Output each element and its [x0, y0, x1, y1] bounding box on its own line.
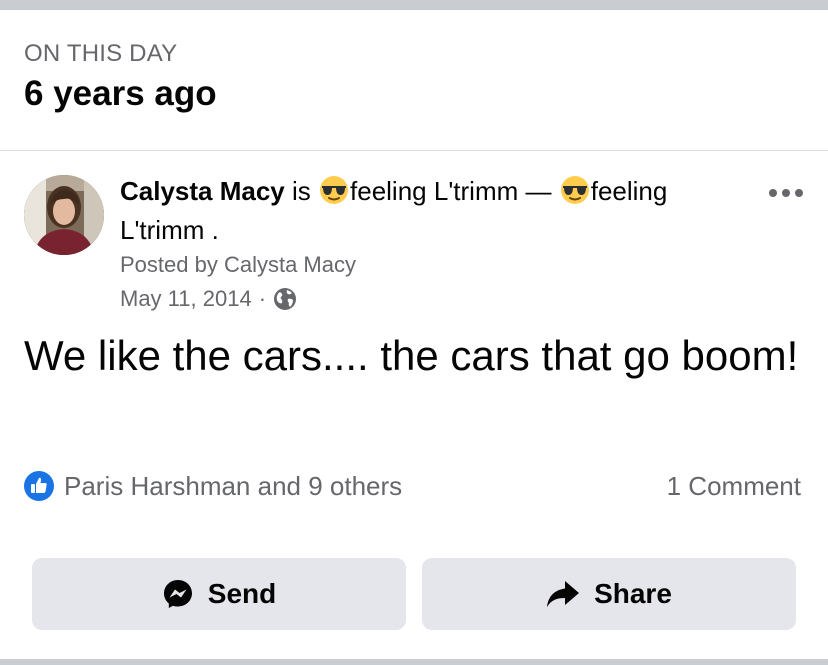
meta-separator: · — [258, 286, 267, 311]
post-date[interactable]: May 11, 2014 — [120, 286, 252, 312]
is-word: is — [292, 176, 311, 206]
post-header: Calysta Macy is feeling L'trimm — feelin… — [120, 174, 740, 247]
reactions-text: Paris Harshman and 9 others — [64, 470, 403, 501]
bottom-separator-bar — [0, 659, 828, 665]
top-separator-bar — [0, 0, 828, 10]
more-options-button[interactable] — [766, 178, 806, 208]
share-button[interactable]: Share — [422, 558, 796, 630]
memory-label: ON THIS DAY — [24, 40, 178, 67]
post-meta: May 11, 2014 · — [120, 286, 297, 312]
memory-title: 6 years ago — [24, 74, 217, 113]
globe-icon[interactable] — [273, 287, 297, 311]
sunglasses-emoji-icon-2 — [560, 175, 590, 213]
post-body: We like the cars.... the cars that go bo… — [24, 332, 799, 379]
messenger-icon — [162, 578, 194, 610]
like-icon — [24, 471, 54, 501]
more-dots-icon — [769, 189, 803, 197]
author-avatar[interactable] — [24, 175, 104, 255]
feeling-text-1[interactable]: feeling L'trimm — — [350, 176, 551, 206]
sunglasses-emoji-icon — [319, 175, 349, 213]
reactions-summary[interactable]: Paris Harshman and 9 others — [24, 470, 402, 502]
posted-by: Posted by Calysta Macy — [120, 252, 356, 277]
comments-count[interactable]: 1 Comment — [667, 470, 801, 502]
divider — [0, 150, 828, 151]
share-arrow-icon — [546, 579, 580, 609]
author-name[interactable]: Calysta Macy — [120, 176, 285, 206]
memory-header: ON THIS DAY 6 years ago — [24, 40, 217, 114]
send-button[interactable]: Send — [32, 558, 406, 630]
share-label: Share — [594, 578, 672, 609]
send-label: Send — [207, 578, 277, 609]
